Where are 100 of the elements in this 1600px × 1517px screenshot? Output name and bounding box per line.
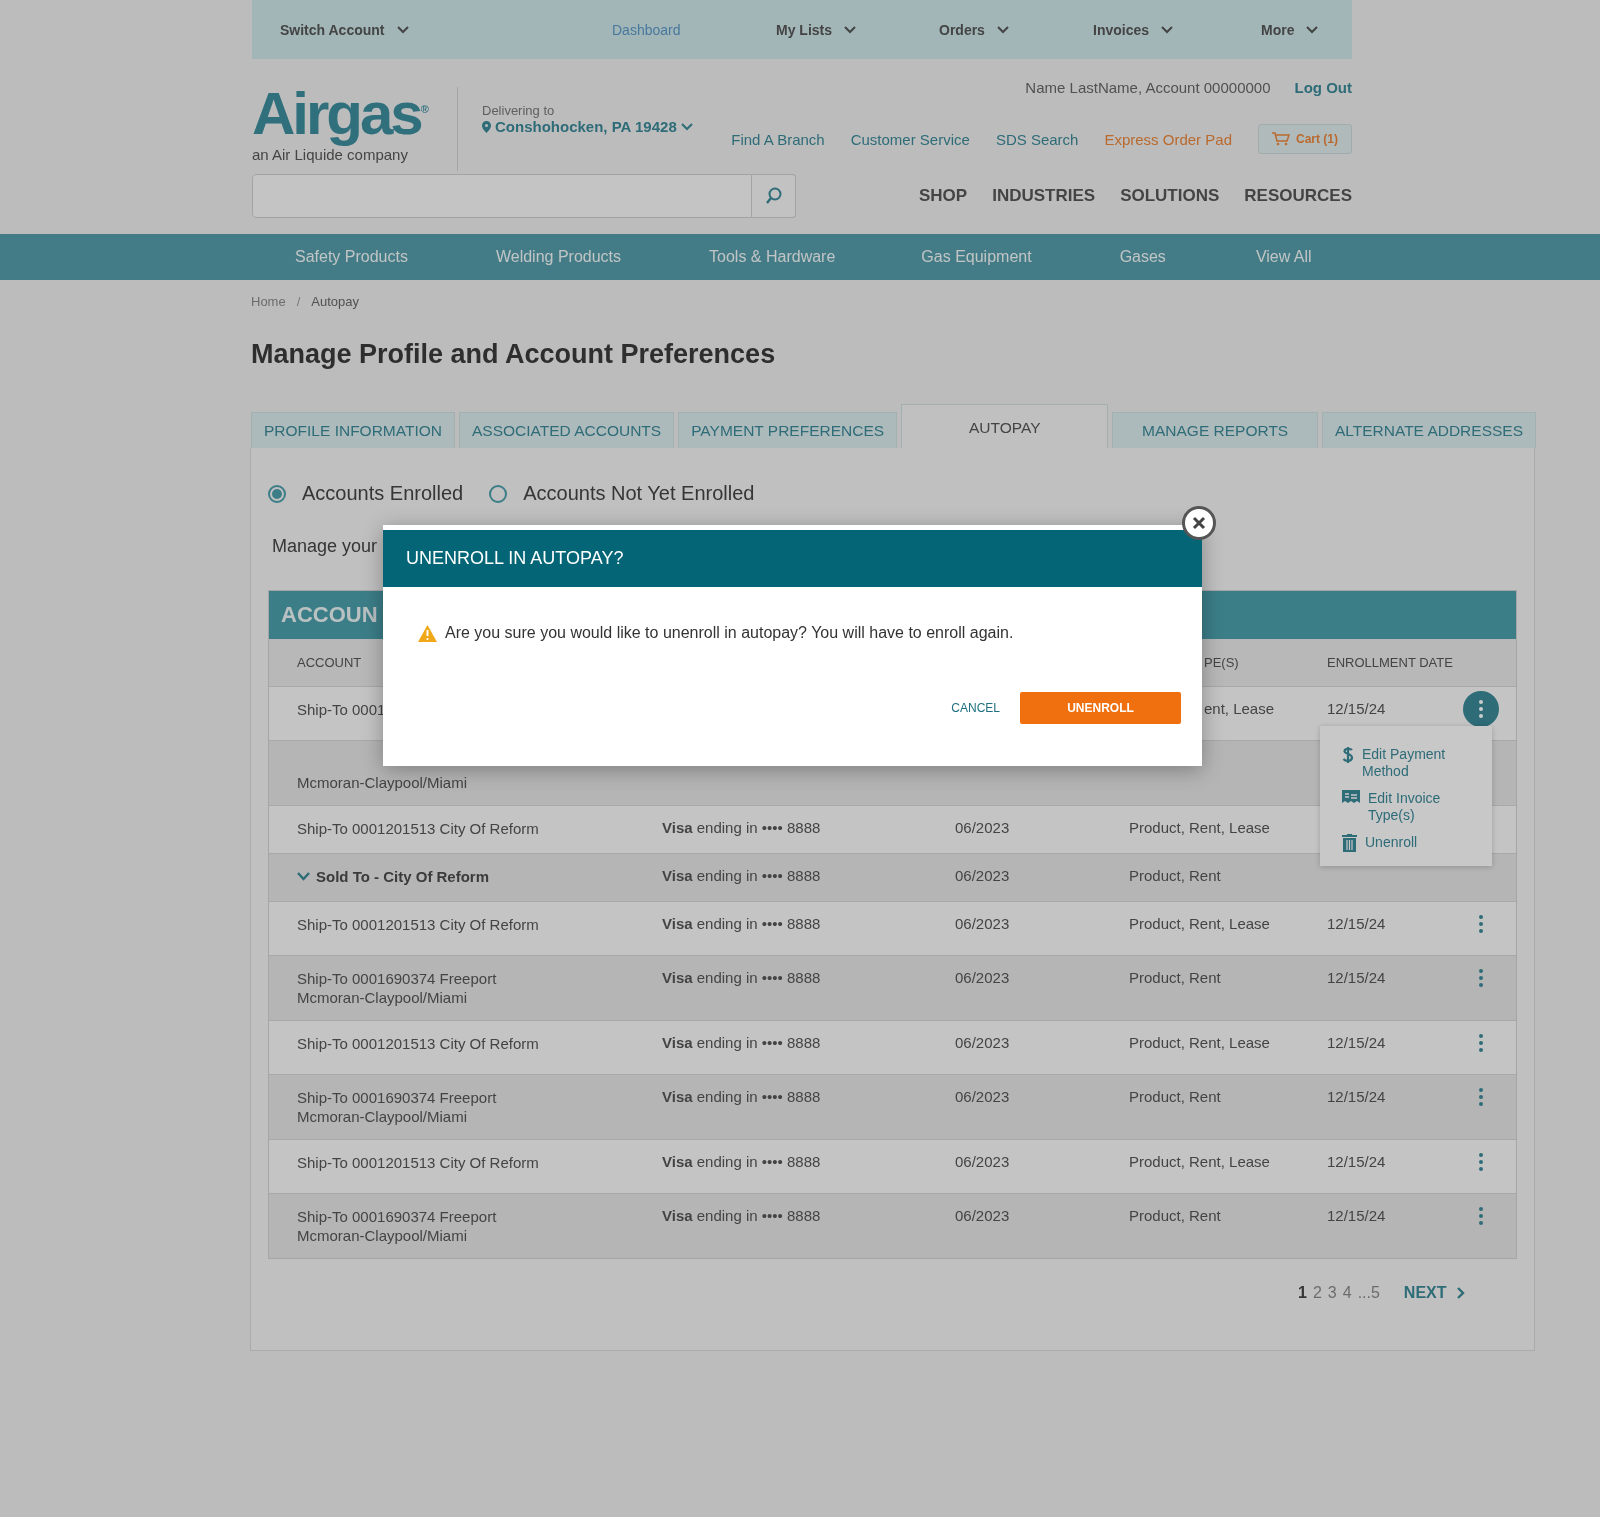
menu-item[interactable]: Edit Payment Method: [1342, 746, 1492, 780]
main-menu-link[interactable]: SHOP: [919, 186, 968, 206]
warning-icon: [418, 624, 437, 642]
logo[interactable]: Airgas$^{®}$: [252, 79, 457, 144]
category-link[interactable]: Tools & Hardware: [709, 248, 836, 266]
top-nav-link[interactable]: Orders: [939, 21, 1093, 38]
radio-button[interactable]: [268, 484, 286, 503]
table-cell-text: Product, Rent: [1129, 867, 1222, 884]
tab[interactable]: AUTOPAY: [901, 404, 1109, 448]
table-cell-text: 12/15/24: [1327, 1153, 1387, 1170]
header-link[interactable]: Express Order Pad: [1104, 130, 1232, 148]
radio-label[interactable]: Accounts Not Yet Enrolled: [523, 482, 755, 505]
table-cell-text: Visa ending in •••• 8888: [662, 1207, 822, 1224]
table-cell-text: Ship-To 0001: [297, 700, 387, 719]
location-selector[interactable]: Conshohocken, PA 19428: [482, 118, 722, 135]
chevron-down-icon: [1161, 25, 1174, 34]
category-link[interactable]: Safety Products: [295, 248, 408, 266]
table-cell-text: 12/15/24: [1327, 1207, 1387, 1224]
radio-button[interactable]: [489, 484, 508, 503]
table-cell-text: Visa ending in •••• 8888: [662, 819, 822, 836]
main-menu-link[interactable]: RESOURCES: [1244, 186, 1352, 206]
table-cell-text: 06/2023: [955, 1207, 1011, 1224]
page-link[interactable]: 3: [1327, 1284, 1337, 1302]
search-button[interactable]: [752, 174, 796, 218]
chevron-right-icon: [1456, 1287, 1465, 1299]
category-link[interactable]: Welding Products: [495, 248, 622, 266]
account-name: Name LastName, Account 00000000: [1025, 79, 1271, 96]
radio-label[interactable]: Accounts Enrolled: [302, 482, 464, 505]
table-cell-text: 06/2023: [955, 915, 1011, 932]
category-link[interactable]: Gases: [1119, 248, 1166, 266]
receipt-icon: [1342, 790, 1360, 805]
table-cell-text: 06/2023: [955, 1088, 1011, 1105]
header-link[interactable]: SDS Search: [995, 130, 1079, 148]
table-cell-text: Product, Rent: [1129, 1207, 1222, 1224]
page-link[interactable]: 2: [1312, 1284, 1322, 1302]
table-cell-text: 06/2023: [955, 819, 1011, 836]
tab[interactable]: ASSOCIATED ACCOUNTS: [459, 412, 675, 448]
category-link[interactable]: View All: [1255, 248, 1312, 266]
table-cell-text: Ship-To 0001690374 Freeport Mcmoran-Claypool/Miami: [297, 1207, 498, 1245]
top-nav-link[interactable]: My Lists: [776, 21, 939, 38]
tab[interactable]: MANAGE REPORTS: [1112, 412, 1318, 448]
table-cell-text: Mcmoran-Claypool/Miami: [297, 773, 469, 792]
cancel-button[interactable]: CANCEL: [949, 693, 1002, 723]
tab[interactable]: PAYMENT PREFERENCES: [678, 412, 898, 448]
tab[interactable]: ALTERNATE ADDRESSES: [1321, 412, 1536, 448]
table-cell-text: Ship-To 0001201513 City Of Reform: [297, 819, 540, 838]
table-cell-text: 06/2023: [955, 1034, 1011, 1051]
more-options-button[interactable]: [1463, 691, 1499, 727]
table-cell-text: 12/15/24: [1327, 969, 1387, 986]
cart-button[interactable]: Cart (1): [1258, 124, 1352, 154]
dialog-message: Are you sure you would like to unenroll in autopay? You will have to enroll again.: [445, 624, 1014, 642]
table-cell-text: 12/15/24: [1327, 915, 1387, 932]
next-page-link[interactable]: NEXT: [1403, 1284, 1465, 1302]
page-link[interactable]: 1: [1298, 1284, 1307, 1302]
column-header: ACCOUNT: [297, 655, 363, 670]
chevron-down-icon: [1306, 25, 1319, 34]
table-cell-text: 06/2023: [955, 969, 1011, 986]
page-link[interactable]: 4: [1342, 1284, 1352, 1302]
menu-item[interactable]: Edit Invoice Type(s): [1342, 790, 1492, 824]
table-cell-text: Visa ending in •••• 8888: [662, 867, 822, 884]
main-menu-link[interactable]: INDUSTRIES: [992, 186, 1096, 206]
table-cell-text: 06/2023: [955, 867, 1011, 884]
logout-link[interactable]: Log Out: [1294, 79, 1352, 96]
top-nav-link[interactable]: Invoices: [1093, 21, 1261, 38]
intro-text: Manage your: [271, 536, 378, 557]
top-nav-link[interactable]: More: [1261, 21, 1324, 38]
chevron-down-icon: [297, 872, 310, 881]
table-cell-text: 12/15/24: [1327, 1034, 1387, 1051]
table-cell-text: Visa ending in •••• 8888: [662, 1153, 822, 1170]
delivering-label: Delivering to: [482, 103, 556, 118]
search-field[interactable]: [252, 174, 752, 218]
header-link[interactable]: Customer Service: [850, 130, 970, 148]
chevron-down-icon: [996, 25, 1009, 34]
top-nav-link[interactable]: Switch Account: [280, 21, 612, 38]
table-cell-text: Visa ending in •••• 8888: [662, 1088, 822, 1105]
group-row-toggle[interactable]: Sold To - City Of Reform: [297, 867, 662, 886]
table-cell-text: Product, Rent, Lease: [1129, 1153, 1271, 1170]
search-icon: [764, 187, 783, 205]
table-cell-text: Product, Rent: [1129, 969, 1222, 986]
table-cell-text: Visa ending in •••• 8888: [662, 1034, 822, 1051]
menu-item[interactable]: Unenroll: [1342, 834, 1492, 852]
top-nav-link[interactable]: Dashboard: [612, 21, 776, 38]
header-link[interactable]: Find A Branch: [731, 130, 825, 148]
table-cell-text: 12/15/24: [1327, 1088, 1387, 1105]
dialog-title: UNENROLL IN AUTOPAY?: [383, 530, 1202, 587]
cart-icon: [1272, 132, 1290, 146]
tab[interactable]: PROFILE INFORMATION: [251, 412, 455, 448]
map-pin-icon: [482, 120, 491, 133]
main-menu-link[interactable]: SOLUTIONS: [1120, 186, 1220, 206]
table-cell-text: 06/2023: [955, 1153, 1011, 1170]
chevron-down-icon: [844, 25, 856, 34]
table-cell-text: Ship-To 0001690374 Freeport Mcmoran-Claypool/Miami: [297, 969, 498, 1007]
category-link[interactable]: Gas Equipment: [921, 248, 1032, 266]
dollar-icon: [1342, 746, 1354, 764]
trash-icon: [1342, 834, 1357, 852]
table-cell-text: Visa ending in •••• 8888: [662, 969, 822, 986]
breadcrumb-link[interactable]: Home: [251, 294, 286, 309]
unenroll-button[interactable]: UNENROLL: [1020, 692, 1181, 724]
chevron-down-icon: [396, 25, 409, 34]
page-link[interactable]: ...5: [1357, 1284, 1380, 1302]
